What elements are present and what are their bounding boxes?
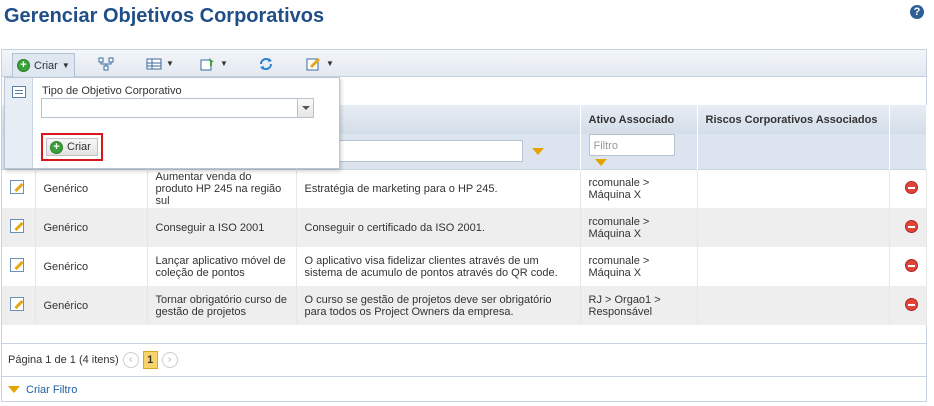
asset-cell: rcomunale > Máquina X <box>580 168 698 208</box>
footer: Criar Filtro <box>2 376 926 402</box>
name-cell: Tornar obrigatório curso de gestão de pr… <box>147 286 297 325</box>
edit-list-icon <box>306 57 321 70</box>
description-cell: Conseguir o certificado da ISO 2001. <box>296 208 581 247</box>
name-cell: Aumentar venda do produto HP 245 na regi… <box>147 168 297 208</box>
asset-cell: rcomunale > Máquina X <box>580 247 698 286</box>
delete-icon[interactable] <box>904 180 918 194</box>
edit-icon[interactable] <box>10 219 24 233</box>
chevron-down-icon: ▼ <box>326 59 334 68</box>
column-header-risks[interactable]: Riscos Corporativos Associados <box>697 105 890 134</box>
edit-icon[interactable] <box>10 297 24 311</box>
objectives-panel: + Criar ▼ ▼ ▼ ▼ Ativo Associado Riscos C… <box>1 49 927 402</box>
form-icon <box>12 86 26 98</box>
refresh-button[interactable] <box>254 53 278 74</box>
delete-icon[interactable] <box>904 219 918 233</box>
risks-cell <box>697 208 890 247</box>
delete-icon[interactable] <box>904 297 918 311</box>
objective-type-select[interactable] <box>41 98 314 118</box>
chevron-down-icon: ▼ <box>61 61 70 70</box>
hierarchy-button[interactable] <box>94 53 118 74</box>
column-header-asset[interactable]: Ativo Associado <box>580 105 698 134</box>
type-cell: Genérico <box>35 168 148 208</box>
current-page-button[interactable]: 1 <box>142 350 158 369</box>
chevron-down-icon: ▼ <box>220 59 228 68</box>
table-row[interactable]: Genérico Lançar aplicativo móvel de cole… <box>2 247 927 286</box>
description-cell: O curso se gestão de projetos deve ser o… <box>296 286 581 325</box>
create-dropdown: Tipo de Objetivo Corporativo + Criar <box>4 77 340 169</box>
filter-icon <box>8 386 20 393</box>
chevron-down-icon: ▼ <box>166 59 174 68</box>
type-cell: Genérico <box>35 286 148 325</box>
pager-summary: Página 1 de 1 (4 itens) <box>8 353 119 366</box>
delete-icon[interactable] <box>904 258 918 272</box>
filter-icon[interactable] <box>594 158 607 166</box>
name-cell: Conseguir a ISO 2001 <box>147 208 297 247</box>
column-header <box>889 105 927 134</box>
create-highlight: + Criar <box>41 133 103 161</box>
filter-icon[interactable] <box>531 147 544 155</box>
risks-cell <box>697 168 890 208</box>
create-button[interactable]: + Criar <box>46 138 98 156</box>
chevron-down-icon[interactable] <box>297 99 313 117</box>
hierarchy-icon <box>98 57 114 70</box>
table-row[interactable]: Genérico Tornar obrigatório curso de ges… <box>2 286 927 325</box>
plus-icon: + <box>17 59 30 72</box>
type-cell: Genérico <box>35 208 148 247</box>
create-button-label: Criar <box>67 141 91 153</box>
description-cell: Estratégia de marketing para o HP 245. <box>296 168 581 208</box>
export-icon <box>200 57 214 70</box>
description-cell: O aplicativo visa fidelizar clientes atr… <box>296 247 581 286</box>
asset-filter-input[interactable]: Filtro <box>588 134 675 157</box>
create-menu-button[interactable]: + Criar ▼ <box>12 53 75 77</box>
name-cell: Lançar aplicativo móvel de coleção de po… <box>147 247 297 286</box>
pager: Página 1 de 1 (4 itens) ‹ 1 › <box>2 343 926 375</box>
next-page-button[interactable]: › <box>161 351 178 368</box>
type-cell: Genérico <box>35 247 148 286</box>
risks-cell <box>697 247 890 286</box>
table-row[interactable]: Genérico Aumentar venda do produto HP 24… <box>2 168 927 208</box>
edit-icon[interactable] <box>10 258 24 272</box>
page-title: Gerenciar Objetivos Corporativos <box>4 5 325 27</box>
create-menu-label: Criar <box>34 59 58 72</box>
edit-list-button[interactable]: ▼ <box>302 53 338 74</box>
columns-button[interactable]: ▼ <box>142 53 178 74</box>
dropdown-sidebar <box>5 78 33 168</box>
plus-icon: + <box>50 140 63 154</box>
create-filter-link[interactable]: Criar Filtro <box>26 384 77 396</box>
toolbar: + Criar ▼ ▼ ▼ ▼ <box>2 50 926 77</box>
refresh-icon <box>260 57 272 70</box>
asset-cell: rcomunale > Máquina X <box>580 208 698 247</box>
objective-type-label: Tipo de Objetivo Corporativo <box>42 85 182 97</box>
risks-cell <box>697 286 890 325</box>
export-button[interactable]: ▼ <box>196 53 232 74</box>
columns-icon <box>146 58 162 69</box>
table-row[interactable]: Genérico Conseguir a ISO 2001 Conseguir … <box>2 208 927 247</box>
edit-icon[interactable] <box>10 180 24 195</box>
help-icon[interactable]: ? <box>910 5 924 19</box>
prev-page-button[interactable]: ‹ <box>122 351 139 368</box>
asset-cell: RJ > Orgao1 > Responsável <box>580 286 698 325</box>
